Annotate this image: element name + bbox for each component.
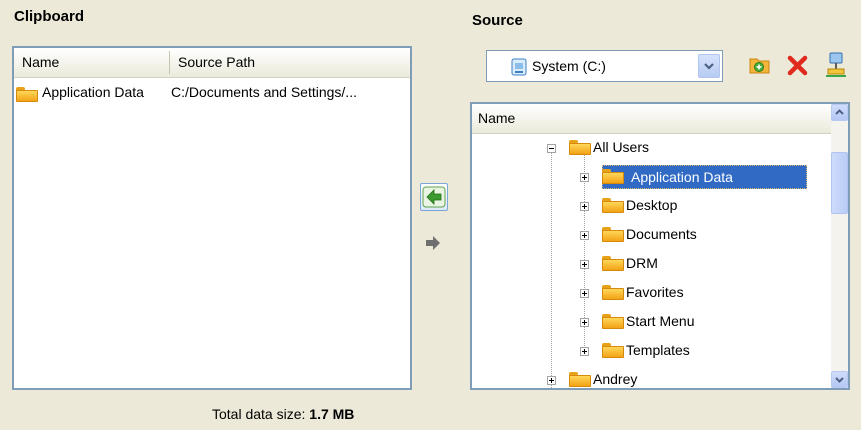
scroll-down-button[interactable] [831,371,848,388]
folder-icon [602,314,624,329]
new-folder-icon [749,58,770,74]
total-size-value: 1.7 MB [309,406,355,422]
expand-icon[interactable] [580,173,589,182]
new-folder-button[interactable] [748,53,772,77]
tree-item[interactable]: Application Data [472,163,832,191]
column-header-name[interactable]: Name [22,54,59,70]
column-header-source-path[interactable]: Source Path [178,54,255,70]
clipboard-list[interactable]: Name Source Path Application Data C:/Doc… [12,46,412,390]
total-size-status: Total data size: 1.7 MB [212,406,354,422]
chevron-down-icon[interactable] [698,54,720,78]
copy-to-clipboard-button[interactable] [420,183,448,211]
collapse-icon[interactable] [547,144,556,153]
list-item-name: Application Data [42,84,144,100]
clipboard-list-header: Name Source Path [14,48,410,78]
delete-button[interactable] [786,53,810,77]
tree-item-label: Desktop [626,197,678,213]
list-item-path: C:/Documents and Settings/... [171,84,357,100]
tree-item[interactable]: Andrey [472,366,832,388]
tree-item-label: DRM [626,255,658,271]
expand-icon[interactable] [580,289,589,298]
tree-item[interactable]: Documents [472,221,832,249]
folder-icon [602,198,624,213]
arrow-left-icon [422,186,446,208]
tree-item-label: Templates [626,342,690,358]
scroll-up-button[interactable] [831,104,848,121]
drive-select-value: System (C:) [532,58,606,74]
folder-icon [569,140,591,155]
tree-item-label: Application Data [602,165,807,189]
folder-icon [569,372,591,387]
tree-item[interactable]: Start Menu [472,308,832,336]
tree-item-label: Documents [626,226,697,242]
folder-icon [602,343,624,358]
folder-icon [602,256,624,271]
expand-icon[interactable] [580,347,589,356]
tree-item[interactable]: DRM [472,250,832,278]
drive-select[interactable]: System (C:) [486,50,723,82]
total-size-label: Total data size: [212,406,306,422]
tree-item-label: All Users [593,139,650,155]
list-item[interactable]: Application Data C:/Documents and Settin… [16,82,408,106]
expand-icon[interactable] [580,260,589,269]
arrow-right-icon [426,236,440,250]
expand-icon[interactable] [580,231,589,240]
source-title: Source [472,12,523,29]
delete-icon [787,55,808,76]
vertical-scrollbar[interactable] [831,104,848,388]
clipboard-title: Clipboard [14,8,84,25]
folder-icon [602,227,624,242]
network-drive-icon [826,52,846,77]
tree-item[interactable]: All Users [472,134,832,162]
expand-icon[interactable] [580,202,589,211]
tree-item-label: Andrey [593,371,638,387]
remove-from-clipboard-button[interactable] [420,230,448,258]
folder-icon [602,169,624,184]
network-drive-button[interactable] [824,51,848,79]
scroll-thumb[interactable] [831,152,848,214]
expand-icon[interactable] [580,318,589,327]
source-tree-header: Name [472,104,831,134]
folder-icon [602,285,624,300]
source-tree[interactable]: Name All Users Application Data Desktop Doc… [470,102,850,390]
expand-icon[interactable] [547,376,556,385]
tree-item-label: Start Menu [626,313,695,329]
column-header-name[interactable]: Name [478,110,515,126]
tree-item-label: Favorites [626,284,684,300]
tree-item[interactable]: Desktop [472,192,832,220]
tree-item[interactable]: Templates [472,337,832,365]
tree-item[interactable]: Favorites [472,279,832,307]
drive-icon [511,58,527,76]
folder-icon [16,86,38,102]
